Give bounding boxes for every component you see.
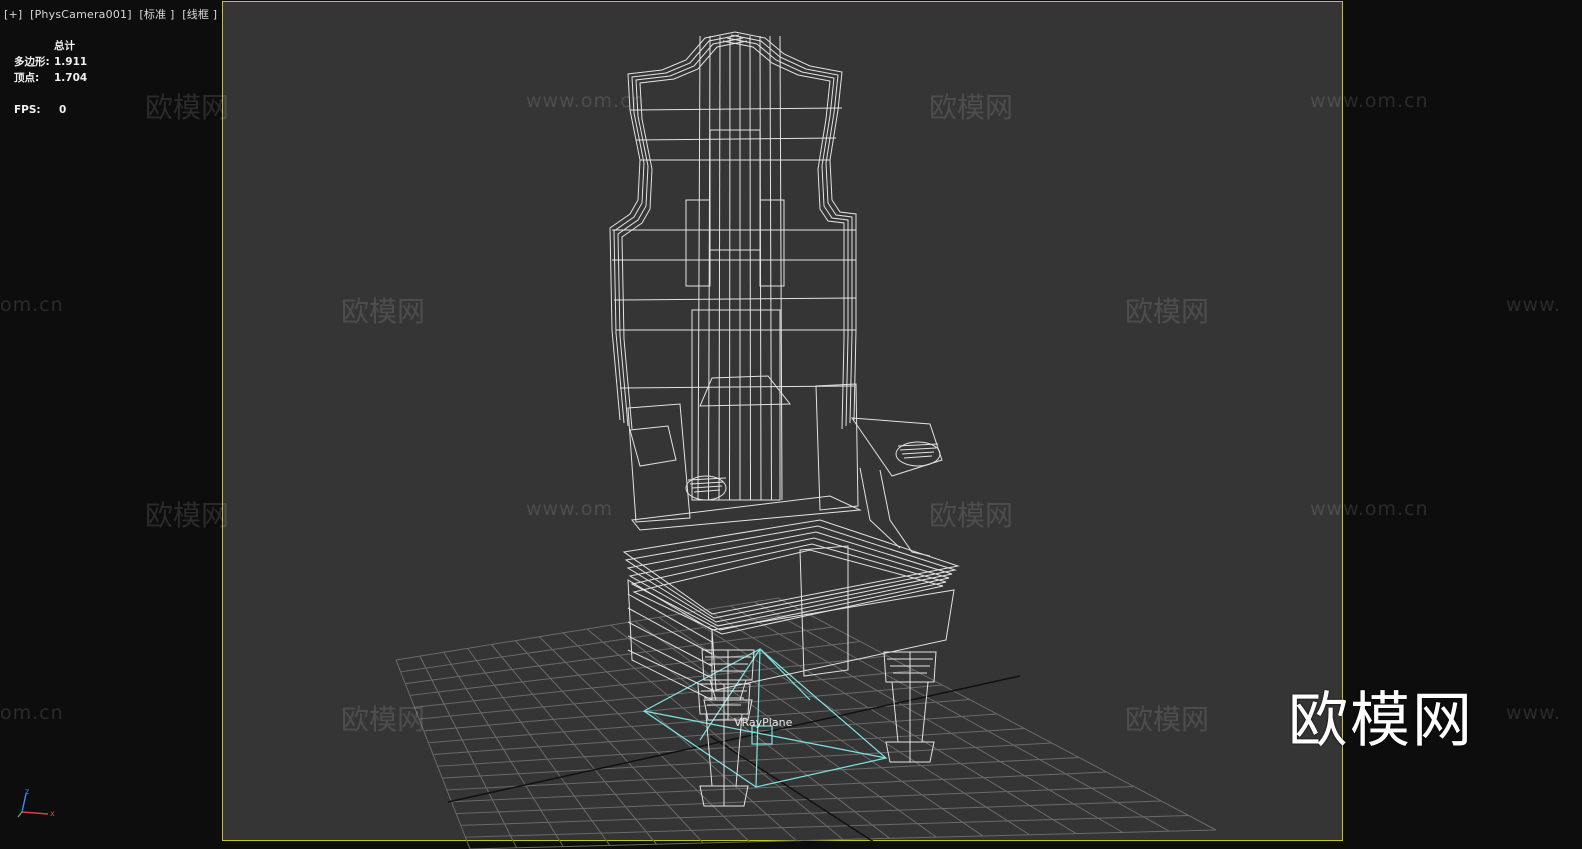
- arm-scroll-detail: [901, 451, 935, 455]
- backrest-rail: [635, 137, 837, 141]
- viewport-camera-label[interactable]: [PhysCamera001]: [30, 8, 132, 21]
- grid-line: [777, 597, 1217, 831]
- throne-chair-wireframe[interactable]: [609, 31, 960, 807]
- stats-polygons-row: 多边形: 1.911: [14, 54, 87, 70]
- right-armrest: [850, 417, 943, 477]
- backrest-rib: [697, 35, 701, 501]
- stats-polygons-label: 多边形:: [14, 56, 50, 68]
- vray-plane-label: VRayPlane: [734, 716, 793, 729]
- axis-tripod-icon: x z: [17, 787, 55, 818]
- right-arm-post: [815, 383, 859, 511]
- viewport-shading-label[interactable]: [标准 ]: [139, 8, 174, 21]
- axis-x-label: x: [50, 809, 55, 818]
- backrest-panel: [699, 375, 792, 407]
- backrest-slot: [709, 129, 761, 251]
- backrest-rail: [629, 107, 843, 111]
- stats-fps-row: FPS: 0: [14, 102, 87, 118]
- grid-line: [451, 771, 1107, 803]
- backrest-slot: [685, 199, 711, 287]
- right-arm-support: [879, 469, 931, 557]
- stats-fps-label: FPS:: [14, 104, 41, 116]
- seat-skirt-front: [711, 589, 955, 691]
- left-armrest: [629, 425, 677, 467]
- backrest-edge: [617, 37, 744, 427]
- grid-line: [469, 829, 1217, 849]
- backrest-edge: [734, 31, 857, 421]
- seat-skirt-line: [627, 593, 713, 643]
- arm-scroll-detail: [903, 455, 933, 459]
- grid-line: [753, 601, 1170, 832]
- backrest-edge: [730, 34, 853, 424]
- backrest-rib: [749, 35, 751, 501]
- stats-fps-value: 0: [59, 104, 67, 116]
- backrest-rib: [729, 35, 731, 501]
- backrest-rail: [613, 297, 857, 301]
- viewport-statistics: 总计 多边形: 1.911 顶点: 1.704 FPS: 0: [14, 38, 87, 118]
- backrest-edge: [621, 40, 748, 430]
- viewport-menu-plus[interactable]: [+]: [4, 8, 22, 21]
- backrest-edge: [726, 37, 849, 427]
- stats-vertices-row: 顶点: 1.704: [14, 70, 87, 86]
- seat-skirt-line: [627, 635, 713, 679]
- backrest-rib: [718, 35, 721, 501]
- axis-tripod-gizmo: x z: [12, 786, 58, 820]
- seat-skirt-line: [627, 621, 713, 667]
- viewport-label[interactable]: [+] [PhysCamera001] [标准 ] [线框 ]: [4, 6, 221, 22]
- stats-vertices-value: 1.704: [54, 72, 88, 84]
- arm-scroll-detail: [691, 485, 723, 489]
- brand-logo-text: 欧模网: [1288, 686, 1474, 756]
- stats-total-header: 总计: [54, 40, 75, 52]
- right-arm-support: [859, 467, 901, 549]
- viewport-mode-label[interactable]: [线框 ]: [182, 8, 217, 21]
- arm-scroll-detail: [899, 447, 937, 451]
- backrest-rib: [769, 35, 772, 501]
- axis-z-label: z: [25, 787, 29, 796]
- stats-polygons-value: 1.911: [54, 56, 88, 68]
- seat-back-rail: [631, 495, 862, 531]
- stats-vertices-label: 顶点:: [14, 72, 40, 84]
